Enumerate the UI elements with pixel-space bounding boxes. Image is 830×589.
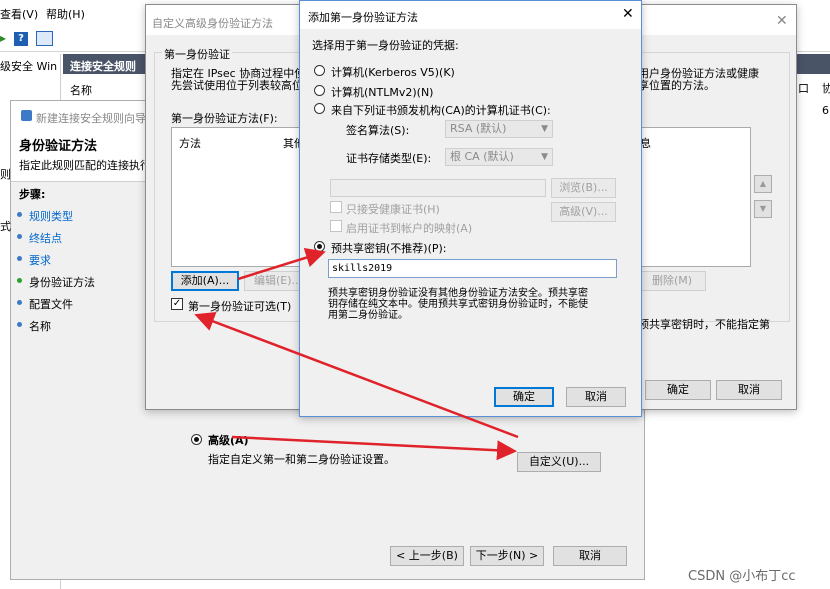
- wizard-heading: 身份验证方法: [19, 139, 98, 154]
- advanced-label[interactable]: 高级(A): [208, 432, 249, 448]
- step-name[interactable]: 名称: [15, 315, 145, 333]
- step-label: 终结点: [29, 232, 62, 245]
- step-bullet-icon: [17, 322, 22, 327]
- advanced-radio[interactable]: [191, 434, 202, 445]
- step-label: 规则类型: [29, 210, 73, 223]
- right-column-3: 6: [822, 104, 829, 117]
- left-edge-text-1: 则: [0, 168, 11, 181]
- custom-ok-button[interactable]: 确定: [645, 380, 711, 400]
- step-label: 配置文件: [29, 298, 73, 311]
- wizard-title: 新建连接安全规则向导: [36, 112, 146, 125]
- step-bullet-icon: [17, 278, 22, 283]
- menu-bar: 查看(V) 帮助(H): [0, 0, 150, 22]
- step-label: 身份验证方法: [29, 276, 95, 289]
- psk-value: skills2019: [332, 263, 393, 274]
- health-cert-checkbox[interactable]: [330, 201, 342, 213]
- step-bullet-icon: [17, 300, 22, 305]
- cert-mapping-checkbox[interactable]: [330, 220, 342, 232]
- health-cert-label[interactable]: 只接受健康证书(H): [346, 201, 440, 217]
- step-bullet-icon: [17, 234, 22, 239]
- step-rule-type[interactable]: 规则类型: [15, 205, 145, 223]
- panel-header-label: 连接安全规则: [70, 60, 136, 73]
- move-down-button[interactable]: ▼: [754, 200, 772, 218]
- help-icon[interactable]: ?: [14, 32, 28, 46]
- first-auth-desc-2: 先尝试使用位于列表较高位: [171, 79, 303, 92]
- ntlm-label[interactable]: 计算机(NTLMv2)(N): [331, 84, 433, 100]
- add-first-auth-dialog: 添加第一身份验证方法 ✕ 选择用于第一身份验证的凭据: 计算机(Kerberos…: [299, 0, 642, 417]
- step-label: 名称: [29, 320, 51, 333]
- tree-item[interactable]: 级安全 Win: [0, 58, 57, 74]
- dialog-cancel-button[interactable]: 取消: [566, 387, 626, 407]
- first-auth-optional-label[interactable]: 第一身份验证可选(T): [188, 298, 291, 314]
- menu-help[interactable]: 帮助(H): [46, 6, 85, 22]
- credential-prompt: 选择用于第一身份验证的凭据:: [312, 39, 459, 52]
- ntlm-radio[interactable]: [314, 85, 325, 96]
- first-auth-group-title: 第一身份验证: [162, 46, 232, 62]
- kerberos-radio[interactable]: [314, 65, 325, 76]
- column-method[interactable]: 方法: [179, 135, 201, 151]
- browse-button[interactable]: 浏览(B)...: [551, 178, 616, 198]
- step-authentication-method[interactable]: 身份验证方法: [15, 271, 145, 289]
- column-name[interactable]: 名称: [70, 82, 92, 98]
- right-column-1: 口: [798, 82, 809, 95]
- chevron-down-icon: ▼: [541, 124, 548, 134]
- dialog-title: 添加第一身份验证方法: [308, 11, 418, 24]
- step-bullet-icon: [17, 212, 22, 217]
- cert-store-value: 根 CA (默认): [450, 150, 514, 163]
- step-endpoints[interactable]: 终结点: [15, 227, 145, 245]
- cert-store-select[interactable]: 根 CA (默认) ▼: [445, 148, 553, 166]
- psk-note-3: 用第二身份验证。: [328, 310, 408, 321]
- cert-mapping-label[interactable]: 启用证书到帐户的映射(A): [346, 220, 472, 236]
- right-desc-2: 享位置的方法。: [638, 79, 715, 92]
- close-icon[interactable]: ✕: [622, 6, 634, 22]
- steps-list: 规则类型 终结点 要求 身份验证方法 配置文件 名称: [15, 205, 155, 335]
- add-method-button[interactable]: 添加(A)...: [171, 271, 239, 291]
- next-button[interactable]: 下一步(N) >: [470, 546, 544, 566]
- right-panel-header: [796, 54, 830, 74]
- ca-name-field[interactable]: [330, 179, 546, 197]
- shield-icon: [21, 110, 32, 121]
- steps-label: 步骤:: [19, 188, 46, 201]
- cancel-button[interactable]: 取消: [553, 546, 627, 566]
- customize-button[interactable]: 自定义(U)...: [517, 452, 601, 472]
- toolbar: ▸ ?: [0, 28, 150, 50]
- step-requirements[interactable]: 要求: [15, 249, 145, 267]
- delete-method-button[interactable]: 删除(M): [638, 271, 706, 291]
- cert-store-label: 证书存储类型(E):: [346, 152, 432, 165]
- left-edge-text-2: 式: [0, 220, 11, 233]
- move-up-button[interactable]: ▲: [754, 175, 772, 193]
- right-column-2: 协: [822, 82, 830, 95]
- menu-view[interactable]: 查看(V): [0, 6, 38, 22]
- signature-algorithm-select[interactable]: RSA (默认) ▼: [445, 120, 553, 138]
- dialog-ok-button[interactable]: 确定: [494, 387, 554, 407]
- signature-algorithm-label: 签名算法(S):: [346, 124, 410, 137]
- ca-cert-label[interactable]: 来自下列证书颁发机构(CA)的计算机证书(C):: [331, 102, 551, 118]
- wizard-description: 指定此规则匹配的连接执行...: [19, 159, 162, 172]
- step-label: 要求: [29, 254, 51, 267]
- methods-label: 第一身份验证方法(F):: [171, 112, 278, 125]
- forward-arrow-icon[interactable]: ▸: [0, 31, 6, 45]
- close-icon[interactable]: ✕: [776, 13, 788, 29]
- first-auth-optional-checkbox[interactable]: ✓: [171, 298, 183, 310]
- step-profile[interactable]: 配置文件: [15, 293, 145, 311]
- ca-cert-radio[interactable]: [314, 103, 325, 114]
- step-bullet-icon: [17, 256, 22, 261]
- back-button[interactable]: < 上一步(B): [390, 546, 464, 566]
- kerberos-label[interactable]: 计算机(Kerberos V5)(K): [331, 64, 455, 80]
- psk-label[interactable]: 预共享密钥(不推荐)(P):: [331, 240, 447, 256]
- custom-cancel-button[interactable]: 取消: [716, 380, 782, 400]
- signature-algorithm-value: RSA (默认): [450, 122, 507, 135]
- chevron-down-icon: ▼: [541, 152, 548, 162]
- psk-radio[interactable]: [314, 241, 325, 252]
- watermark: CSDN @小布丁cc: [688, 569, 796, 584]
- psk-input[interactable]: skills2019: [328, 259, 617, 278]
- cert-advanced-button[interactable]: 高级(V)...: [551, 202, 616, 222]
- psk-warning-fragment: 预共享密钥时，不能指定第: [638, 318, 770, 331]
- advanced-description: 指定自定义第一和第二身份验证设置。: [208, 453, 395, 466]
- console-icon[interactable]: [36, 31, 53, 46]
- customize-title: 自定义高级身份验证方法: [152, 17, 273, 30]
